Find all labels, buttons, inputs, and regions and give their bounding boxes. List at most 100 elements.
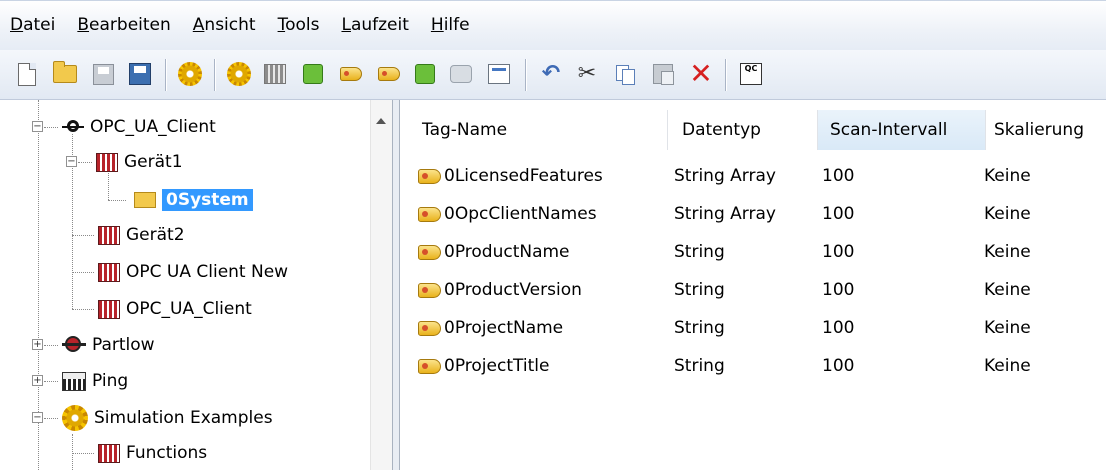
save-button[interactable] — [88, 59, 118, 89]
column-header-skalierung[interactable]: Skalierung — [986, 110, 1106, 150]
tree-node-label: OPC UA Client New — [126, 262, 289, 282]
save-disk-icon — [92, 63, 114, 85]
new-channel-2-button[interactable] — [224, 59, 254, 89]
quick-client-button[interactable]: QC — [736, 59, 766, 89]
tag-icon — [418, 206, 441, 222]
menu-laufzeit-label: aufzeit — [350, 15, 409, 35]
tag-name-text: 0ProductName — [444, 242, 570, 262]
tree-connector — [44, 345, 58, 347]
data-type-cell: String — [674, 356, 725, 376]
tree-node-simulation-examples[interactable]: − Simulation Examples — [32, 403, 273, 433]
new-tag-group-button[interactable] — [298, 59, 328, 89]
copy-button[interactable] — [610, 59, 640, 89]
menu-tools[interactable]: Tools — [278, 15, 320, 35]
new-button[interactable] — [12, 59, 42, 89]
column-header-scan-intervall[interactable]: Scan-Intervall — [818, 110, 986, 150]
menu-datei[interactable]: Datei — [10, 15, 55, 35]
tree-node-opc-ua-client[interactable]: − OPC_UA_Client — [32, 112, 216, 142]
column-header-tag-name[interactable]: Tag-Name — [400, 110, 668, 150]
menu-laufzeit[interactable]: Laufzeit — [341, 15, 408, 35]
undo-button[interactable]: ↶ — [536, 59, 566, 89]
tree-connector — [44, 418, 58, 420]
scroll-up-arrow-icon[interactable] — [376, 118, 386, 124]
project-tree[interactable]: − OPC_UA_Client − Gerät1 0System Gerät2 … — [0, 100, 392, 470]
properties-button[interactable] — [484, 59, 514, 89]
menu-bearbeiten-mnemonic: B — [77, 15, 90, 35]
tree-connector — [108, 200, 126, 202]
scaling-cell: Keine — [984, 166, 1031, 186]
paste-button[interactable] — [648, 59, 678, 89]
undo-icon: ↶ — [541, 61, 561, 86]
data-type-cell: String Array — [674, 166, 776, 186]
table-row[interactable]: 0ProductVersion String 100 Keine — [400, 272, 1106, 308]
channel-gear-icon — [227, 62, 251, 86]
tag-name-cell: 0LicensedFeatures — [400, 166, 674, 186]
table-row[interactable]: 0ProductName String 100 Keine — [400, 234, 1106, 270]
menu-tools-label: ools — [285, 15, 320, 35]
tree-node-geraet2[interactable]: Gerät2 — [72, 220, 185, 250]
data-type-cell: String — [674, 280, 725, 300]
table-row[interactable]: 0LicensedFeatures String Array 100 Keine — [400, 158, 1106, 194]
collapse-icon[interactable]: − — [32, 412, 43, 423]
tree-connector — [72, 272, 94, 274]
menu-hilfe-mnemonic: H — [430, 15, 444, 35]
scan-rate-cell: 100 — [822, 280, 855, 300]
tag-icon — [418, 282, 441, 298]
tree-connector — [44, 381, 58, 383]
tree-node-label: OPC_UA_Client — [126, 299, 252, 319]
tree-node-geraet1[interactable]: − Gerät1 — [66, 147, 183, 177]
device-icon — [98, 299, 120, 319]
tree-node-0system[interactable]: 0System — [108, 185, 253, 215]
scan-rate-cell: 100 — [822, 356, 855, 376]
expand-icon[interactable]: + — [32, 375, 43, 386]
tree-scrollbar[interactable] — [370, 100, 392, 470]
tree-node-label: Gerät1 — [124, 152, 183, 172]
pane-splitter[interactable] — [392, 100, 400, 470]
new-device-button[interactable] — [260, 59, 290, 89]
opc-channel-icon — [62, 120, 84, 134]
table-row[interactable]: 0OpcClientNames String Array 100 Keine — [400, 196, 1106, 232]
scan-rate-cell: 100 — [822, 318, 855, 338]
save-as-button[interactable] — [125, 59, 155, 89]
column-header-datentyp[interactable]: Datentyp — [668, 110, 818, 150]
tree-node-label: OPC_UA_Client — [90, 117, 216, 137]
tree-node-opc-ua-client-new[interactable]: OPC UA Client New — [72, 257, 288, 287]
tree-connector — [72, 453, 94, 455]
table-row[interactable]: 0ProjectName String 100 Keine — [400, 310, 1106, 346]
new-tag-button[interactable] — [336, 59, 366, 89]
disabled-sheet-button[interactable] — [446, 59, 476, 89]
collapse-icon[interactable]: − — [66, 156, 77, 167]
menu-hilfe[interactable]: Hilfe — [431, 15, 470, 35]
tree-node-partlow[interactable]: + Partlow — [32, 330, 155, 360]
scaling-cell: Keine — [984, 204, 1031, 224]
data-type-cell: String — [674, 318, 725, 338]
sheet-icon — [450, 65, 472, 83]
tag-name-cell: 0ProductName — [400, 242, 674, 262]
delete-button[interactable]: ✕ — [686, 59, 716, 89]
cut-button[interactable]: ✂ — [572, 59, 602, 89]
table-row[interactable]: 0ProjectTitle String 100 Keine — [400, 348, 1106, 384]
paste-icon — [653, 64, 674, 85]
tag-name-text: 0ProjectName — [444, 318, 564, 338]
scaling-cell: Keine — [984, 356, 1031, 376]
menu-bearbeiten[interactable]: Bearbeiten — [77, 15, 170, 35]
menu-hilfe-label: ilfe — [443, 15, 470, 35]
new-channel-button[interactable] — [175, 59, 205, 89]
tree-node-ping[interactable]: + Ping — [32, 366, 128, 396]
duplicate-tag-button[interactable] — [410, 59, 440, 89]
cut-icon: ✂ — [577, 61, 597, 86]
tree-node-functions[interactable]: Functions — [72, 438, 207, 468]
tree-node-opc-ua-client-device[interactable]: OPC_UA_Client — [72, 294, 252, 324]
collapse-icon[interactable]: − — [32, 121, 43, 132]
data-type-cell: String Array — [674, 204, 776, 224]
bulk-tag-button[interactable] — [374, 59, 404, 89]
scaling-cell: Keine — [984, 280, 1031, 300]
save-as-disk-icon — [129, 63, 151, 85]
ping-channel-icon — [62, 371, 86, 391]
menu-ansicht[interactable]: Ansicht — [193, 15, 256, 35]
expand-icon[interactable]: + — [32, 339, 43, 350]
tree-node-label: Simulation Examples — [94, 408, 273, 428]
tag-list-view[interactable]: Tag-Name Datentyp Scan-Intervall Skalier… — [400, 100, 1106, 470]
open-button[interactable] — [50, 59, 80, 89]
data-type-cell: String — [674, 242, 725, 262]
